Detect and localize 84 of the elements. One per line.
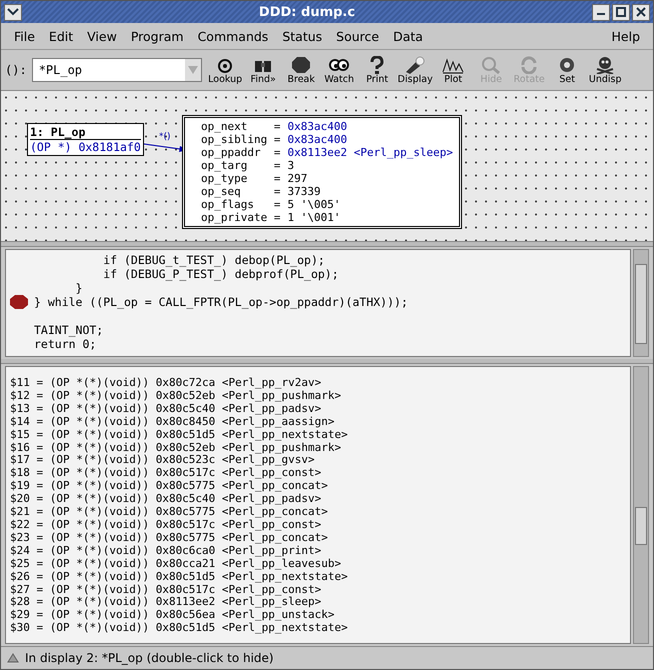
window-title: DDD: dump.c — [258, 4, 356, 20]
field-name: op_seq = — [201, 185, 280, 198]
tool-button[interactable]: Plot — [434, 56, 472, 84]
field-value: 297 — [287, 172, 308, 185]
scroll-bar[interactable] — [633, 366, 649, 644]
field-name: op_private = — [201, 211, 280, 224]
magnifier-icon — [480, 56, 502, 74]
chevron-down-icon — [7, 8, 19, 16]
field-value: 0x83ac400 — [287, 120, 348, 133]
field-value: 0x83ac400 — [287, 133, 348, 146]
tool-button[interactable]: Watch — [320, 56, 358, 84]
stop-sign-icon[interactable] — [10, 295, 28, 309]
menu-item[interactable]: View — [80, 28, 124, 44]
flashlight-icon — [404, 56, 426, 74]
display-node[interactable]: 1: PL_op (OP *) 0x8181af0 — [27, 123, 144, 156]
display-node[interactable]: op_next = 0x83ac400 op_sibling = 0x83ac400 op_ppaddr = 0x8113ee2 <Perl_pp_sleep> op_targ = 3 op_type = 297 op_seq = 37339 op_flags = 5 '\005' op_private = 1 '\001' — [182, 115, 462, 229]
source-line: if (DEBUG_t_TEST_) debop(PL_op); — [102, 253, 325, 267]
status-message: In display 2: *PL_op (double-click to hide) — [25, 651, 274, 665]
stop-sign-icon — [290, 56, 312, 74]
console-line: $13 = (OP *(*)(void)) 0x80c5c40 <Perl_pp_padsv> — [10, 402, 322, 416]
console-line: $12 = (OP *(*)(void)) 0x80c52eb <Perl_pp_pushmark> — [10, 390, 342, 403]
field-value: 0x8113ee2 <Perl_pp_sleep> — [287, 146, 454, 159]
scroll-bar[interactable] — [633, 249, 649, 357]
menu-item[interactable]: Commands — [190, 28, 276, 44]
field-name: op_next = — [201, 120, 280, 133]
console-line: $25 = (OP *(*)(void)) 0x80cca21 <Perl_pp_leavesub> — [10, 558, 342, 571]
argument-field[interactable]: *PL_op — [32, 58, 202, 82]
console-line: $29 = (OP *(*)(void)) 0x80c56ea <Perl_pp_unstack> — [10, 609, 336, 622]
field-name: op_flags = — [201, 198, 280, 211]
console-line: $30 = (OP *(*)(void)) 0x80c51d5 <Perl_pp_nextstate> — [10, 622, 349, 636]
console-line: $23 = (OP *(*)(void)) 0x80c5775 <Perl_pp_concat> — [10, 532, 329, 545]
console-line: $11 = (OP *(*)(void)) 0x80c72ca <Perl_pp_rv2av> — [10, 377, 322, 390]
console-line: $24 = (OP *(*)(void)) 0x80c6ca0 <Perl_pp_print> — [10, 544, 322, 558]
field-value: 1 '\001' — [287, 211, 340, 224]
source-line: } — [74, 281, 82, 295]
close-button[interactable] — [632, 4, 650, 20]
console-line: $20 = (OP *(*)(void)) 0x80c5c40 <Perl_pp_padsv> — [10, 493, 322, 506]
field-name: op_type = — [201, 172, 280, 185]
menu-item[interactable]: Program — [124, 28, 191, 44]
window-menu-button[interactable] — [4, 4, 22, 20]
tool-button[interactable]: Display — [396, 56, 434, 84]
field-name: op_targ = — [201, 159, 280, 172]
menu-item[interactable]: Edit — [42, 28, 80, 44]
console-line: $21 = (OP *(*)(void)) 0x80c5775 <Perl_pp_concat> — [10, 506, 329, 519]
display-title: 1: PL_op — [30, 125, 141, 140]
tool-button[interactable]: Print — [358, 56, 396, 84]
console-line: $18 = (OP *(*)(void)) 0x80c517c <Perl_pp_const> — [10, 467, 322, 480]
console-line: $19 = (OP *(*)(void)) 0x80c5775 <Perl_pp_concat> — [10, 480, 329, 494]
menu-item[interactable]: Source — [329, 28, 386, 44]
console-line: $26 = (OP *(*)(void)) 0x80c51d5 <Perl_pp_nextstate> — [10, 570, 349, 584]
console-line: $22 = (OP *(*)(void)) 0x80c517c <Perl_pp_const> — [10, 518, 322, 532]
field-value: 37339 — [287, 185, 321, 198]
tool-button[interactable]: Set — [548, 56, 586, 84]
maximize-button[interactable] — [612, 4, 630, 20]
menu-item[interactable]: Help — [604, 28, 647, 44]
argument-label: (): — [5, 63, 27, 77]
source-line: TAINT_NOT; — [34, 323, 104, 337]
source-line: if (DEBUG_P_TEST_) debprof(PL_op); — [102, 267, 339, 281]
triangle-icon[interactable] — [7, 653, 19, 663]
close-icon — [636, 7, 646, 17]
field-value: 3 — [287, 159, 294, 172]
tool-button[interactable]: Find» — [244, 56, 282, 84]
console-line: $16 = (OP *(*)(void)) 0x80c52eb <Perl_pp_pushmark> — [10, 442, 342, 454]
edge-label: *() — [159, 132, 171, 142]
tool-button[interactable]: Undisp — [586, 56, 624, 84]
console-line: $14 = (OP *(*)(void)) 0x80c8450 <Perl_pp_aassign> — [10, 416, 336, 429]
source-line: } while ((PL_op = CALL_FPTR(PL_op->op_ppaddr)(aTHX))); — [34, 295, 408, 309]
console-line: $15 = (OP *(*)(void)) 0x80c51d5 <Perl_pp_nextstate> — [10, 428, 349, 442]
menu-item[interactable]: Status — [275, 28, 330, 44]
console-line: $17 = (OP *(*)(void)) 0x80c523c <Perl_pp_gvsv> — [10, 454, 315, 468]
field-value: 5 '\005' — [287, 198, 340, 211]
maximize-icon — [616, 7, 626, 17]
console-line: $27 = (OP *(*)(void)) 0x80c517c <Perl_pp_const> — [10, 584, 322, 596]
menu-item[interactable]: File — [7, 28, 42, 44]
tool-button[interactable]: Break — [282, 56, 320, 84]
display-value: (OP *) 0x8181af0 — [30, 140, 141, 154]
field-name: op_ppaddr = — [201, 146, 280, 159]
minimize-button[interactable] — [592, 4, 610, 20]
dropdown-icon — [184, 59, 201, 81]
source-line: return 0; — [34, 337, 96, 351]
field-name: op_sibling = — [201, 133, 280, 146]
menu-item[interactable]: Data — [386, 28, 430, 44]
tool-button[interactable]: Lookup — [206, 56, 244, 84]
console-line: $28 = (OP *(*)(void)) 0x8113ee2 <Perl_pp_sleep> — [10, 596, 322, 610]
